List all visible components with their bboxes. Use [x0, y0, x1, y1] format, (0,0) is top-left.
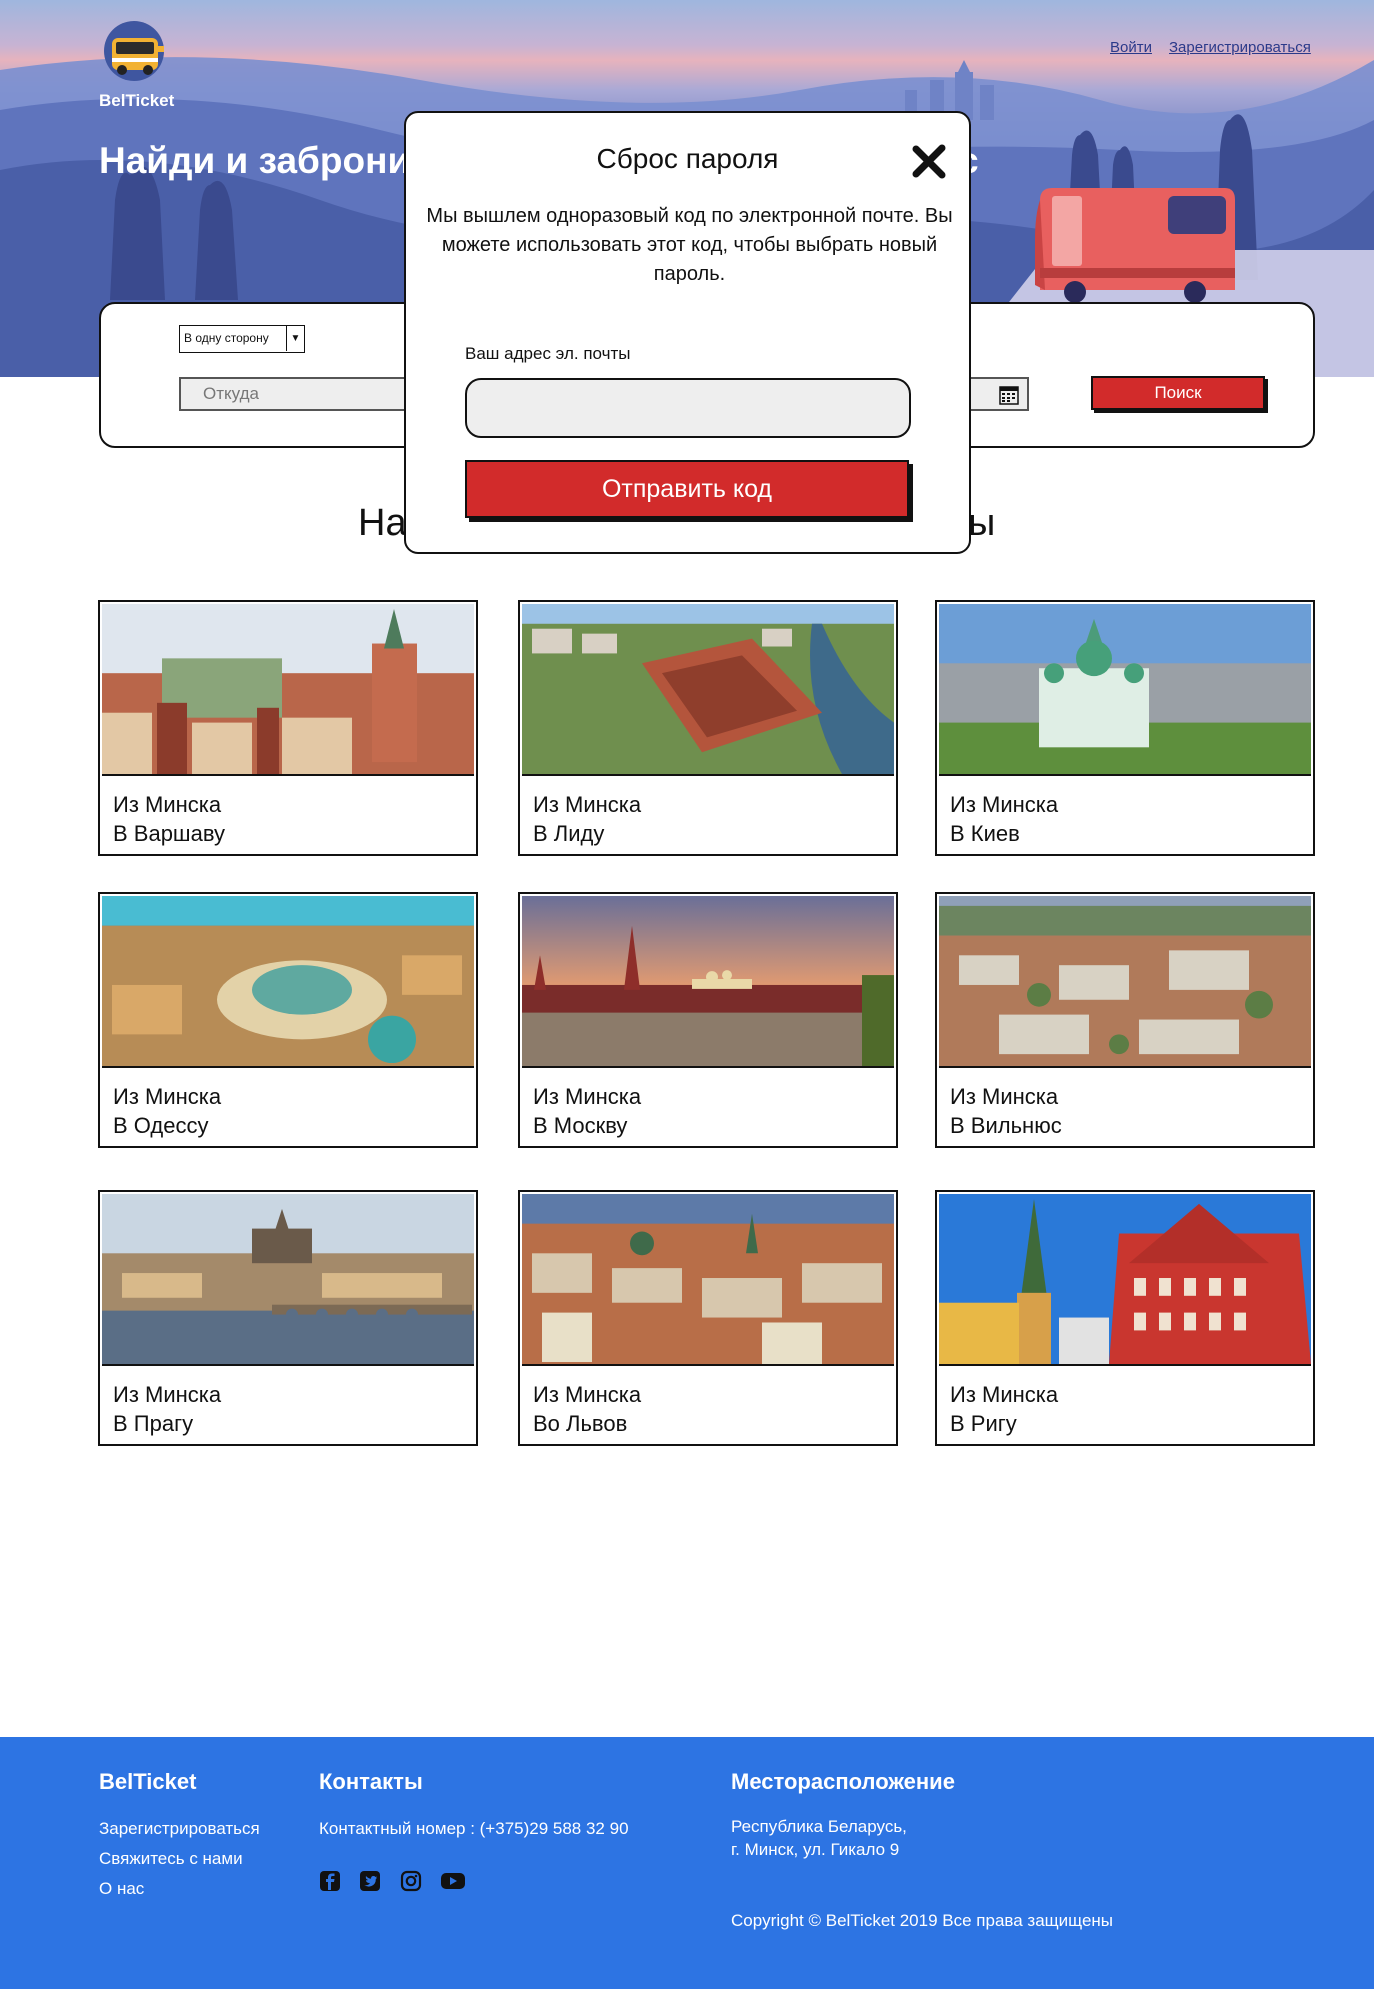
from-input[interactable]: Откуда — [179, 377, 439, 411]
login-link[interactable]: Войти — [1110, 39, 1152, 56]
route-from: Из Минска — [950, 1382, 1059, 1407]
route-card-lida[interactable]: Из Минска В Лиду — [518, 600, 898, 856]
footer-link-register[interactable]: Зарегистрироваться — [99, 1819, 260, 1839]
route-from: Из Минска — [113, 1382, 222, 1407]
vilnius-photo — [939, 896, 1311, 1068]
register-link[interactable]: Зарегистрироваться — [1169, 39, 1311, 56]
route-card-lviv[interactable]: Из Минска Во Львов — [518, 1190, 898, 1446]
twitter-icon[interactable] — [359, 1870, 381, 1892]
section-title-left: На — [358, 502, 407, 544]
footer-contacts-title: Контакты — [319, 1769, 423, 1794]
route-card-moscow[interactable]: Из Минска В Москву — [518, 892, 898, 1148]
route-from: Из Минска — [533, 792, 642, 817]
footer-address-line2: г. Минск, ул. Гикало 9 — [731, 1840, 900, 1859]
route-card-prague[interactable]: Из Минска В Прагу — [98, 1190, 478, 1446]
route-to: В Москву — [533, 1113, 628, 1138]
route-from: Из Минска — [113, 792, 222, 817]
trip-type-select[interactable]: В одну сторону ▼ — [179, 325, 305, 353]
footer-copyright: Copyright © BelTicket 2019 Все права защ… — [731, 1911, 1114, 1930]
footer-link-about[interactable]: О нас — [99, 1879, 144, 1899]
route-to: В Вильнюс — [950, 1113, 1062, 1138]
footer-link-contact[interactable]: Свяжитесь с нами — [99, 1849, 243, 1869]
email-input[interactable] — [465, 378, 911, 438]
footer-address-line1: Республика Беларусь, — [731, 1817, 907, 1836]
footer-phone: Контактный номер : (+375)29 588 32 90 — [319, 1819, 629, 1838]
moscow-photo — [522, 896, 894, 1068]
lida-photo — [522, 604, 894, 776]
facebook-icon[interactable] — [319, 1870, 341, 1892]
route-from: Из Минска — [950, 1084, 1059, 1109]
calendar-icon[interactable] — [999, 384, 1019, 405]
modal-title: Сброс пароля — [596, 143, 779, 174]
route-card-warsaw[interactable]: Из Минска В Варшаву — [98, 600, 478, 856]
modal-description: Мы вышлем одноразовый код по электронной… — [426, 205, 953, 285]
brand-name: BelTicket — [99, 91, 175, 110]
search-button[interactable]: Поиск — [1091, 376, 1265, 410]
route-to: В Варшаву — [113, 821, 226, 846]
route-from: Из Минска — [533, 1084, 642, 1109]
route-to: В Прагу — [113, 1411, 194, 1436]
reset-password-modal: Сброс пароля Мы вышлем одноразовый код п… — [404, 111, 971, 554]
lviv-photo — [522, 1194, 894, 1366]
hero-headline: Найди и заброни — [99, 140, 411, 181]
footer: BelTicket Зарегистрироваться Свяжитесь с… — [0, 1737, 1374, 1989]
route-card-riga[interactable]: Из Минска В Ригу — [935, 1190, 1315, 1446]
route-to: В Лиду — [533, 821, 605, 846]
riga-photo — [939, 1194, 1311, 1366]
route-card-vilnius[interactable]: Из Минска В Вильнюс — [935, 892, 1315, 1148]
footer-location-title: Месторасположение — [731, 1769, 955, 1794]
footer-brand: BelTicket — [99, 1769, 197, 1794]
route-to: Во Львов — [533, 1411, 628, 1436]
date-input[interactable] — [961, 377, 1029, 411]
belticket-logo[interactable] — [104, 18, 170, 84]
route-to: В Одессу — [113, 1113, 209, 1138]
close-icon[interactable] — [911, 143, 947, 179]
youtube-icon[interactable] — [440, 1870, 466, 1892]
route-to: В Киев — [950, 821, 1020, 846]
trip-type-value: В одну сторону — [184, 331, 269, 345]
warsaw-photo — [102, 604, 474, 776]
prague-photo — [102, 1194, 474, 1366]
instagram-icon[interactable] — [400, 1870, 422, 1892]
section-title-right: ы — [968, 502, 996, 544]
route-card-odessa[interactable]: Из Минска В Одессу — [98, 892, 478, 1148]
send-code-button[interactable]: Отправить код — [465, 460, 909, 518]
route-from: Из Минска — [950, 792, 1059, 817]
kyiv-photo — [939, 604, 1311, 776]
route-from: Из Минска — [113, 1084, 222, 1109]
bus-illustration — [1035, 188, 1235, 303]
route-from: Из Минска — [533, 1382, 642, 1407]
odessa-photo — [102, 896, 474, 1068]
email-label: Ваш адрес эл. почты — [465, 344, 631, 363]
route-to: В Ригу — [950, 1411, 1017, 1436]
dropdown-arrow-icon[interactable]: ▼ — [286, 326, 304, 351]
route-card-kyiv[interactable]: Из Минска В Киев — [935, 600, 1315, 856]
